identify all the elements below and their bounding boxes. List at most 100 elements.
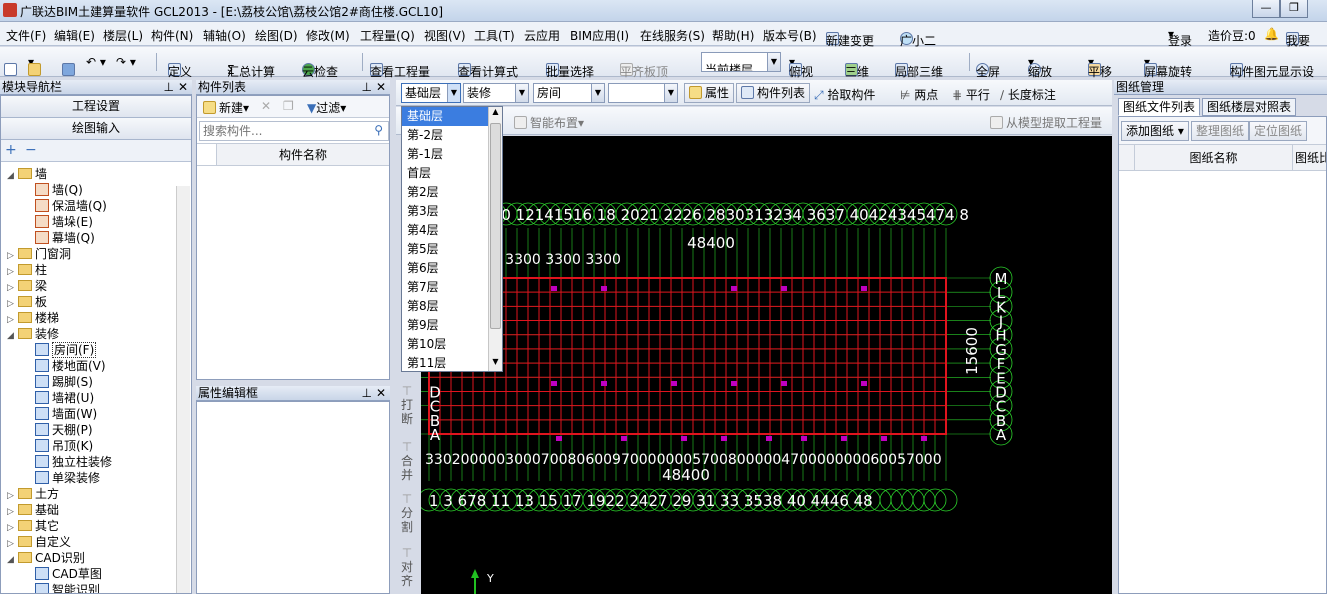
undo-icon[interactable]: ↶ ▾ [86,55,106,69]
pin-icon[interactable]: ⊥ [362,80,372,94]
pin-icon[interactable]: ⊥ [164,80,174,94]
tree-folder[interactable]: ▷ 梁 [7,278,47,294]
tree-item[interactable]: 楼地面(V) [35,358,106,374]
menu-online[interactable]: 在线服务(S) [640,27,705,44]
menu-version[interactable]: 版本号(B) [763,27,817,44]
zoom-button[interactable]: 缩放 ▾ [1028,55,1052,79]
menu-edit[interactable]: 编辑(E) [54,27,95,44]
floor-option[interactable]: 第3层 [402,202,490,221]
floor-option[interactable]: 第-2层 [402,126,490,145]
floor-option[interactable]: 第-1层 [402,145,490,164]
floor-option[interactable]: 第10层 [402,335,490,354]
nav-scrollbar[interactable] [176,186,190,593]
tree-folder[interactable]: ▷ 自定义 [7,534,71,550]
top-view-button[interactable]: 俯视 ▾ [789,55,813,79]
filter-button[interactable]: ▼过滤▾ [307,99,346,116]
tree-item[interactable]: CAD草图 [35,566,102,582]
expand-all-icon[interactable]: + [5,142,17,158]
tree-item[interactable]: 独立柱装修 [35,454,112,470]
menu-modify[interactable]: 修改(M) [306,27,350,44]
menu-cloud[interactable]: 云应用 [524,27,560,44]
tab-drawing-floors[interactable]: 图纸楼层对照表 [1202,98,1297,116]
break-button[interactable]: ⊤ 打断 [398,384,416,426]
split-button[interactable]: ⊤ 分割 [398,492,416,534]
pin-icon[interactable]: ⊥ [362,386,372,400]
tree-folder[interactable]: ▷ 其它 [7,518,59,534]
floor-option[interactable]: 第6层 [402,259,490,278]
tree-item[interactable]: 天棚(P) [35,422,93,438]
floor-option[interactable]: 第9层 [402,316,490,335]
floor-scope-select[interactable]: 当前楼层 ▼ [701,52,781,72]
add-drawing-button[interactable]: 添加图纸 ▾ [1121,121,1189,141]
extract-qty-button[interactable]: 从模型提取工程量 [990,114,1102,131]
close-icon[interactable]: ✕ [178,80,188,94]
menu-component[interactable]: 构件(N) [151,27,193,44]
comp-list-button[interactable]: 构件列表 [736,83,811,103]
tree-folder[interactable]: ◢ 墙 [7,166,47,182]
tree-folder[interactable]: ▷ 土方 [7,486,59,502]
menu-floor[interactable]: 楼层(L) [103,27,143,44]
locate-drawing-button[interactable]: 定位图纸 [1249,121,1308,141]
column-header-ratio[interactable]: 图纸比 [1295,145,1326,171]
menu-view[interactable]: 视图(V) [424,27,466,44]
tree-item[interactable]: 踢脚(S) [35,374,93,390]
open-file-icon[interactable]: ▾ [28,55,41,76]
attr-button[interactable]: 属性 [684,83,735,103]
tree-folder[interactable]: ◢ 装修 [7,326,59,342]
menu-bim[interactable]: BIM应用(I) [570,27,629,44]
menu-tools[interactable]: 工具(T) [474,27,515,44]
floor-option[interactable]: 第4层 [402,221,490,240]
menu-quantity[interactable]: 工程量(Q) [360,27,415,44]
merge-button[interactable]: ⊤ 合并 [398,440,416,482]
pick-component-button[interactable]: ⤢ 拾取构件 [814,86,875,103]
collapse-all-icon[interactable]: − [25,142,37,158]
close-icon[interactable]: ✕ [376,80,386,94]
floor-option[interactable]: 第2层 [402,183,490,202]
floor-option[interactable]: 首层 [402,164,490,183]
menu-help[interactable]: 帮助(H) [712,27,754,44]
category-select[interactable]: 装修 ▼ [463,83,529,103]
tree-folder[interactable]: ▷ 基础 [7,502,59,518]
length-dim-button[interactable]: ∕ 长度标注 [1000,86,1056,103]
tree-item[interactable]: 智能识别 [35,582,100,593]
tree-item[interactable]: 幕墙(Q) [35,230,95,246]
copy-icon[interactable]: ❐ [283,99,294,113]
delete-icon[interactable]: ✕ [261,99,271,113]
organize-drawing-button[interactable]: 整理图纸 [1191,121,1250,141]
column-header-drawing-name[interactable]: 图纸名称 [1135,145,1293,171]
new-component-button[interactable]: 新建▾ [203,99,249,116]
tab-drawing-files[interactable]: 图纸文件列表 [1118,98,1201,116]
two-point-button[interactable]: ⊭ 两点 [900,86,938,103]
project-settings-button[interactable]: 工程设置 [1,96,191,118]
tree-folder[interactable]: ▷ 柱 [7,262,47,278]
pan-button[interactable]: 平移 ▾ [1088,55,1112,79]
floor-select[interactable]: 基础层 ▼ [401,83,461,103]
floor-option[interactable]: 第5层 [402,240,490,259]
floor-option[interactable]: 第8层 [402,297,490,316]
redo-icon[interactable]: ↷ ▾ [116,55,136,69]
tree-item[interactable]: 墙(Q) [35,182,83,198]
login-menu[interactable]: 登录 ▾ [1168,27,1192,48]
tree-folder[interactable]: ▷ 门窗洞 [7,246,71,262]
type-select[interactable]: 房间 ▼ [533,83,605,103]
menu-draw[interactable]: 绘图(D) [255,27,298,44]
smart-layout-button[interactable]: 智能布置▾ [514,114,584,131]
parallel-button[interactable]: ⋕ 平行 [952,86,990,103]
menu-file[interactable]: 文件(F) [6,27,46,44]
column-header-name[interactable]: 构件名称 [217,144,389,165]
dropdown-scrollbar[interactable]: ▲ ▼ [488,107,502,371]
tree-folder[interactable]: ▷ 板 [7,294,47,310]
tree-folder[interactable]: ◢ CAD识别 [7,550,85,566]
search-icon[interactable]: ⚲ [374,123,383,137]
floor-dropdown-list[interactable]: 基础层 第-2层 第-1层 首层 第2层 第3层 第4层 第5层 第6层 第7层 第8层 第9层 第10… [401,106,503,372]
tree-item[interactable]: 保温墙(Q) [35,198,107,214]
close-icon[interactable]: ✕ [376,386,386,400]
component-select[interactable]: ▼ [608,83,678,103]
tree-item[interactable]: 单梁装修 [35,470,100,486]
floor-option[interactable]: 基础层 [402,107,490,126]
tree-item[interactable]: 墙裙(U) [35,390,94,406]
restore-button[interactable]: ❐ [1280,0,1308,18]
tree-item[interactable]: 房间(F) [35,342,97,358]
bell-icon[interactable]: 🔔 [1264,27,1279,41]
floor-option[interactable]: 第7层 [402,278,490,297]
